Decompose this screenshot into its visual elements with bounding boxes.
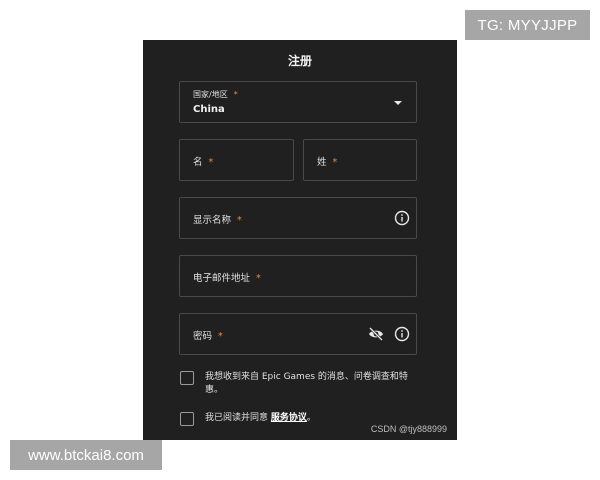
form-title: 注册 (287, 54, 312, 68)
required-mark: * (237, 215, 242, 226)
country-select[interactable]: 国家/地区 * China (179, 81, 417, 123)
chevron-down-icon (394, 101, 402, 105)
email-label: 电子邮件地址 * (193, 273, 261, 284)
password-label: 密码 * (193, 331, 223, 342)
required-mark: * (233, 90, 238, 99)
display-name-field[interactable]: 显示名称 * (179, 197, 417, 239)
first-name-label: 名 * (193, 157, 214, 168)
country-label: 国家/地区 * (193, 90, 238, 99)
password-field[interactable]: 密码 * (179, 313, 417, 355)
info-icon[interactable] (394, 210, 410, 226)
info-icon[interactable] (394, 326, 410, 342)
watermark-csdn: CSDN @tjy888999 (370, 424, 447, 434)
eye-off-icon[interactable] (368, 327, 384, 341)
last-name-label: 姓 * (317, 157, 338, 168)
last-name-field[interactable]: 姓 * (303, 139, 417, 181)
country-value: China (193, 104, 225, 115)
marketing-consent-row: 我想收到来自 Epic Games 的消息、问卷调查和特惠。 (180, 371, 415, 397)
required-mark: * (218, 331, 223, 342)
terms-consent-checkbox[interactable] (180, 412, 194, 426)
required-mark: * (208, 157, 214, 168)
marketing-consent-checkbox[interactable] (180, 371, 194, 385)
signup-panel: 注册 国家/地区 * China 名 * 姓 * 显示名称 * 电子邮件地址 * 密码 * (143, 40, 457, 440)
email-field[interactable]: 电子邮件地址 * (179, 255, 417, 297)
watermark-site: www.btckai8.com (10, 440, 162, 470)
display-name-label: 显示名称 * (193, 215, 242, 226)
required-mark: * (256, 273, 261, 284)
terms-of-service-link[interactable]: 服务协议 (271, 413, 307, 423)
required-mark: * (332, 157, 338, 168)
marketing-consent-text: 我想收到来自 Epic Games 的消息、问卷调查和特惠。 (205, 372, 408, 395)
first-name-field[interactable]: 名 * (179, 139, 294, 181)
watermark-tg: TG: MYYJJPP (465, 10, 590, 40)
